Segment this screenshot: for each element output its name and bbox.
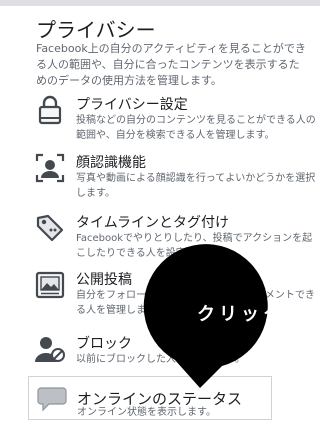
- face-recognition-item[interactable]: 顔認識機能 写真や動画による顔認識を行ってよいかどうかを選択します。: [34, 152, 316, 212]
- lock-icon: [38, 95, 62, 125]
- timeline-tagging-description: Facebookでやりとりしたり、投稿でアクションを起こしたりできる人を設定しま…: [76, 233, 313, 259]
- timeline-tagging-item[interactable]: タイムラインとタグ付け Facebookでやりとりしたり、投稿でアクションを起こ…: [34, 212, 316, 272]
- face-recognition-label: 顔認識機能: [76, 155, 146, 171]
- blocking-label: ブロック: [76, 336, 132, 352]
- blocking-description: 以前にブロックした人を確認します。: [76, 354, 245, 365]
- online-status-item[interactable]: オンラインのステータス オンライン状態を表示します。: [28, 376, 272, 420]
- face-recognition-description: 写真や動画による顔認識を行ってよいかどうかを選択します。: [76, 173, 316, 199]
- chat-bubble-icon: [37, 387, 67, 412]
- privacy-settings-description: 投稿などの自分のコンテンツを見ることができる人の範囲や、自分を検索できる人を管理…: [76, 115, 316, 141]
- timeline-tagging-label: タイムラインとタグ付け: [76, 215, 230, 231]
- section-description: Facebook上の自分のアクティビティを見ることができる人の範囲や、自分に合っ…: [36, 42, 306, 87]
- top-divider: [0, 0, 320, 6]
- face-recognition-icon: [35, 153, 65, 183]
- privacy-settings-item[interactable]: プライバシー設定 投稿などの自分のコンテンツを見ることができる人の範囲や、自分を…: [34, 94, 316, 154]
- click-callout-text: クリック: [197, 304, 285, 325]
- privacy-settings-label: プライバシー設定: [76, 97, 188, 113]
- tag-icon: [36, 214, 64, 242]
- online-status-description: オンライン状態を表示します。: [77, 407, 216, 418]
- public-posts-label: 公開投稿: [76, 272, 132, 288]
- section-title: プライバシー: [36, 18, 156, 42]
- blocked-user-icon: [35, 337, 65, 362]
- public-post-icon: [35, 271, 65, 299]
